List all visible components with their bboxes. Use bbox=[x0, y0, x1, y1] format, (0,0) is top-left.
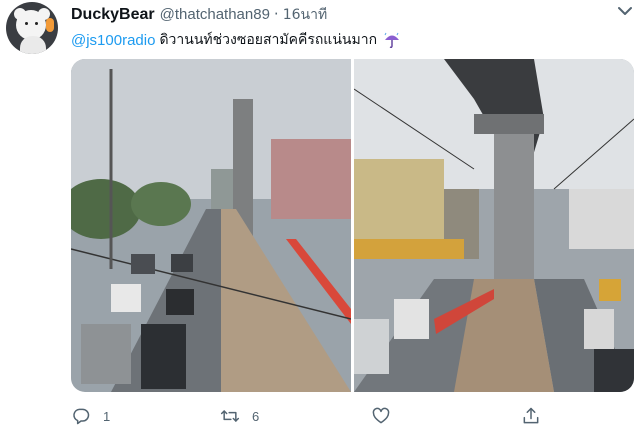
tweet-header: DuckyBear @thatchathan89 · 16นาที bbox=[71, 4, 327, 24]
photo-traffic-left[interactable] bbox=[71, 59, 351, 392]
tweet-action-bar: 1 6 bbox=[71, 404, 591, 428]
like-button[interactable] bbox=[371, 404, 403, 428]
reply-count: 1 bbox=[103, 408, 111, 424]
photo-traffic-right[interactable] bbox=[354, 59, 634, 392]
avatar[interactable] bbox=[6, 2, 58, 54]
traffic-photo-left-illustration bbox=[71, 59, 351, 392]
avatar-accent bbox=[46, 18, 54, 32]
avatar-bear-eye bbox=[25, 22, 28, 25]
avatar-bear-body bbox=[20, 36, 46, 54]
share-button[interactable] bbox=[521, 404, 541, 428]
separator-dot: · bbox=[273, 5, 279, 23]
tweet-text: @js100radio ดิวานนท์ช่วงซอยสามัคคีรถแน่น… bbox=[71, 29, 401, 51]
timestamp[interactable]: 16นาที bbox=[283, 4, 327, 26]
display-name[interactable]: DuckyBear bbox=[71, 6, 155, 24]
tweet-media[interactable] bbox=[71, 59, 634, 392]
share-icon bbox=[523, 407, 539, 424]
retweet-count: 6 bbox=[252, 408, 260, 424]
tweet-body: ดิวานนท์ช่วงซอยสามัคคีรถแน่นมาก bbox=[159, 32, 378, 48]
mention-link[interactable]: @js100radio bbox=[71, 32, 155, 49]
retweet-button[interactable]: 6 bbox=[220, 404, 259, 428]
traffic-photo-right-illustration bbox=[354, 59, 634, 392]
like-icon bbox=[372, 407, 390, 424]
reply-icon bbox=[73, 408, 90, 425]
retweet-icon bbox=[220, 410, 240, 422]
avatar-bear-eye bbox=[35, 22, 38, 25]
chevron-down-icon[interactable] bbox=[618, 6, 632, 16]
user-handle[interactable]: @thatchathan89 bbox=[160, 6, 270, 23]
reply-button[interactable]: 1 bbox=[71, 404, 110, 428]
umbrella-rain-icon bbox=[384, 32, 400, 49]
